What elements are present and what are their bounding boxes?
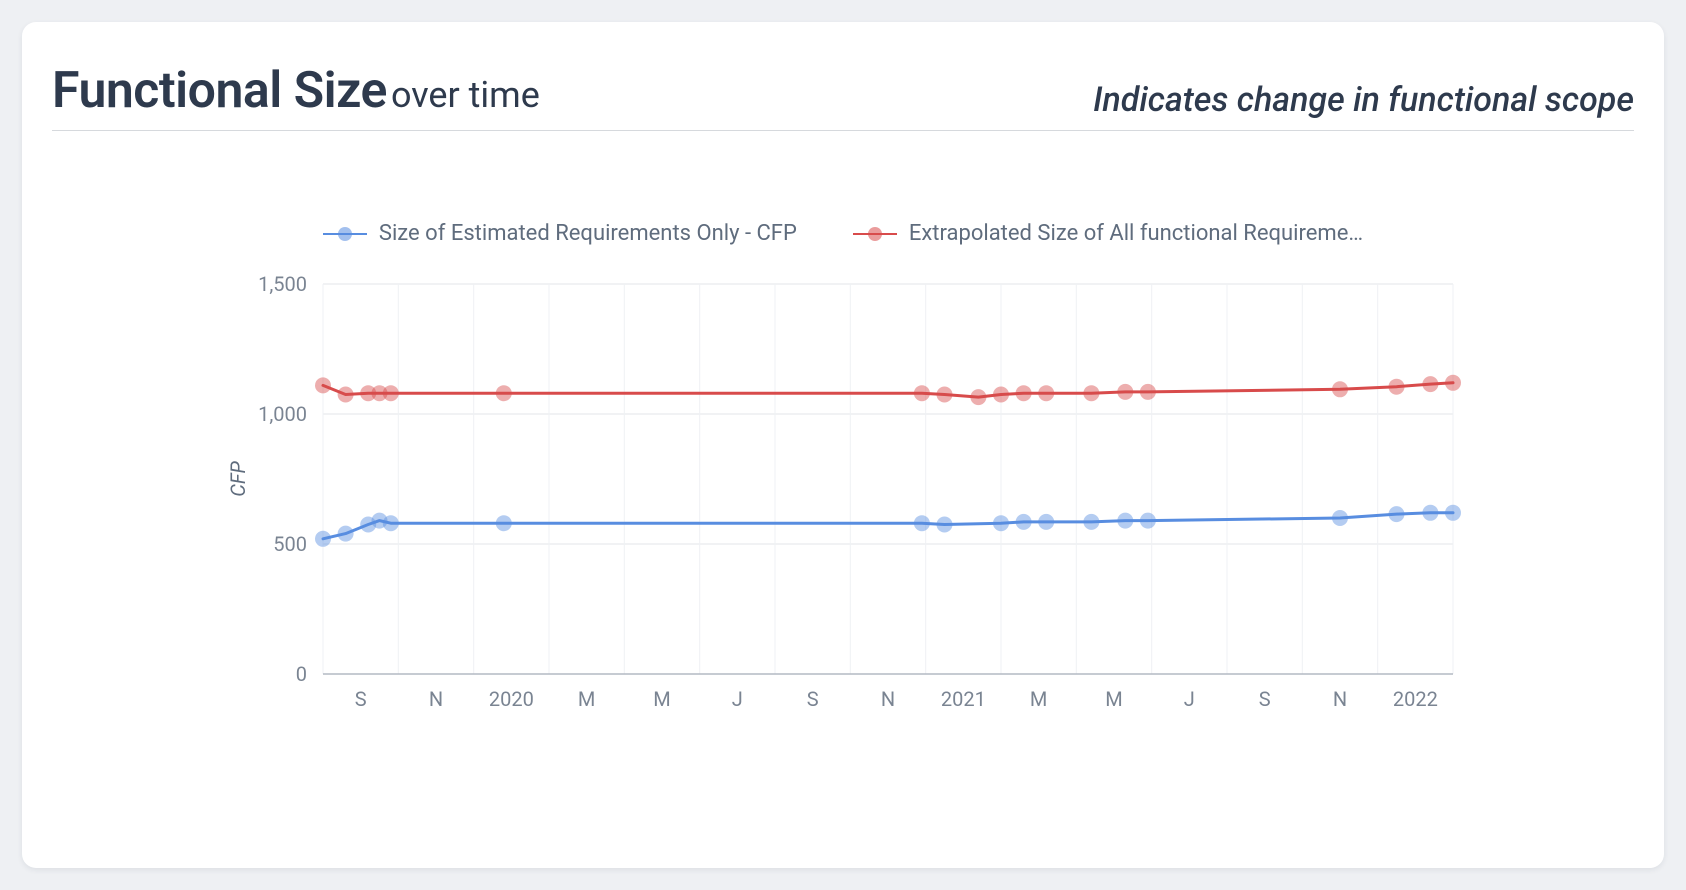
title-note: Indicates change in functional scope: [1093, 80, 1634, 120]
svg-text:1,500: 1,500: [258, 272, 307, 296]
svg-text:M: M: [1105, 687, 1122, 711]
svg-text:J: J: [1184, 687, 1195, 711]
header: Functional Size over time Indicates chan…: [52, 62, 1634, 131]
legend-item-estimated[interactable]: Size of Estimated Requirements Only - CF…: [323, 221, 797, 246]
svg-text:2020: 2020: [489, 687, 534, 711]
svg-text:N: N: [1333, 687, 1347, 711]
title-main: Functional Size: [52, 62, 387, 120]
svg-text:CFP: CFP: [226, 460, 250, 496]
svg-text:0: 0: [296, 662, 307, 686]
svg-text:S: S: [807, 687, 819, 711]
svg-text:500: 500: [273, 532, 307, 556]
legend-label-estimated: Size of Estimated Requirements Only - CF…: [379, 221, 797, 246]
svg-text:N: N: [429, 687, 443, 711]
chart-wrap: Size of Estimated Requirements Only - CF…: [52, 221, 1634, 734]
legend-label-extrapolated: Extrapolated Size of All functional Requ…: [909, 221, 1363, 246]
svg-text:1,000: 1,000: [258, 402, 307, 426]
svg-text:M: M: [578, 687, 595, 711]
svg-text:M: M: [1030, 687, 1047, 711]
svg-text:N: N: [881, 687, 895, 711]
svg-text:S: S: [1259, 687, 1271, 711]
legend-item-extrapolated[interactable]: Extrapolated Size of All functional Requ…: [853, 221, 1363, 246]
chart-svg: 0 500 1,000 1,500 CFP S N 2020 M M J S N 2021 M M J S N 202…: [213, 264, 1473, 734]
svg-text:J: J: [732, 687, 743, 711]
svg-text:M: M: [653, 687, 670, 711]
legend: Size of Estimated Requirements Only - CF…: [213, 221, 1473, 246]
svg-text:2021: 2021: [941, 687, 986, 711]
svg-text:2022: 2022: [1393, 687, 1438, 711]
chart-card: Functional Size over time Indicates chan…: [22, 22, 1664, 868]
title-left: Functional Size over time: [52, 62, 540, 120]
svg-text:S: S: [355, 687, 367, 711]
title-sub: over time: [391, 74, 540, 116]
